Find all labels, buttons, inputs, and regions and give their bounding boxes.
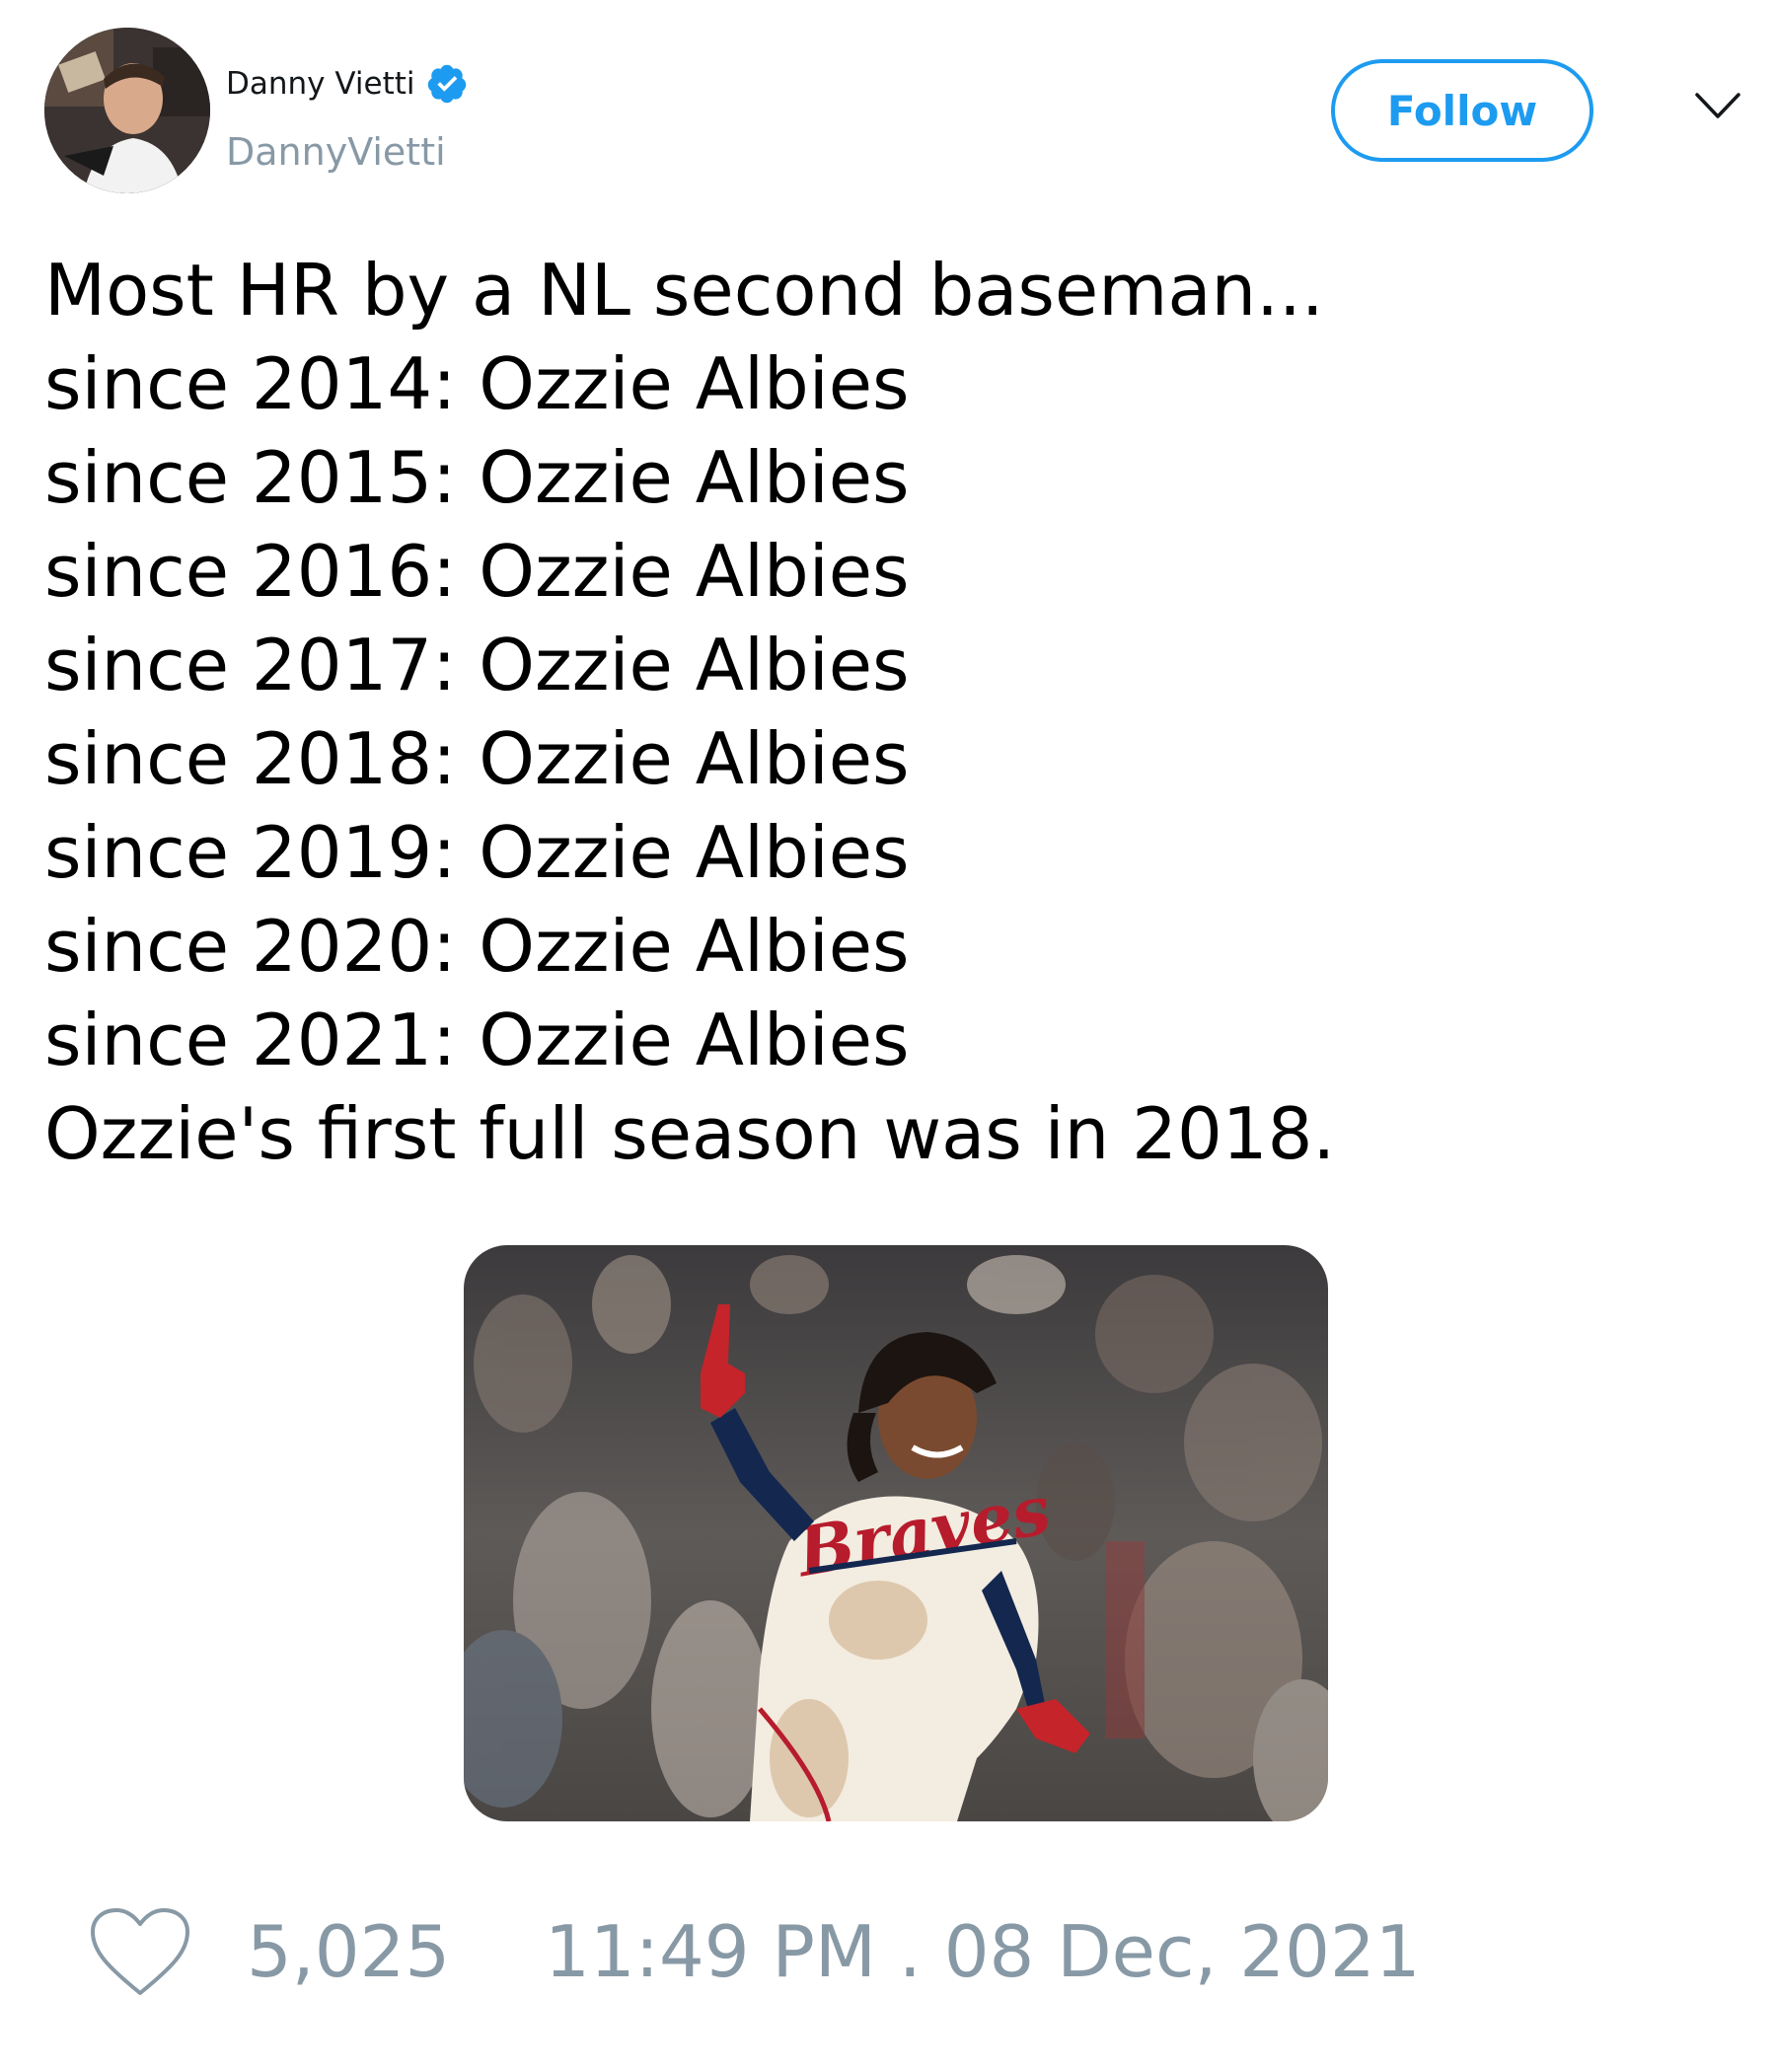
player-photo: Braves — [464, 1245, 1328, 1821]
tweet-line: since 2019: Ozzie Albies — [44, 811, 910, 894]
chevron-down-icon[interactable] — [1693, 89, 1742, 122]
verified-badge-icon — [427, 64, 466, 104]
tweet-line: since 2014: Ozzie Albies — [44, 342, 910, 425]
user-name-row[interactable]: Danny Vietti — [226, 63, 469, 105]
tweet-footer: 5,025 11:49 PM . 08 Dec, 2021 — [89, 1902, 1421, 2001]
tweet-line: since 2015: Ozzie Albies — [44, 436, 910, 519]
tweet-line: since 2021: Ozzie Albies — [44, 999, 910, 1081]
tweet-line: Most HR by a NL second baseman... — [44, 249, 1324, 332]
user-handle[interactable]: DannyVietti — [226, 128, 446, 176]
tweet-line: since 2020: Ozzie Albies — [44, 905, 910, 988]
follow-button[interactable]: Follow — [1331, 59, 1593, 162]
avatar[interactable] — [44, 28, 210, 193]
tweet-line: since 2017: Ozzie Albies — [44, 624, 910, 706]
tweet-timestamp[interactable]: 11:49 PM . 08 Dec, 2021 — [545, 1910, 1420, 1993]
heart-icon[interactable] — [89, 1906, 191, 1997]
tweet-card: Danny Vietti DannyVietti Follow Most HR … — [0, 0, 1776, 2072]
like-count: 5,025 — [247, 1910, 451, 1993]
tweet-line: since 2016: Ozzie Albies — [44, 530, 910, 613]
tweet-line: Ozzie's first full season was in 2018. — [44, 1092, 1336, 1175]
tweet-media-image[interactable]: Braves — [464, 1245, 1328, 1821]
tweet-text: Most HR by a NL second baseman... since … — [44, 244, 1335, 1181]
avatar-image — [44, 28, 210, 193]
tweet-line: since 2018: Ozzie Albies — [44, 717, 910, 800]
display-name[interactable]: Danny Vietti — [226, 63, 415, 105]
